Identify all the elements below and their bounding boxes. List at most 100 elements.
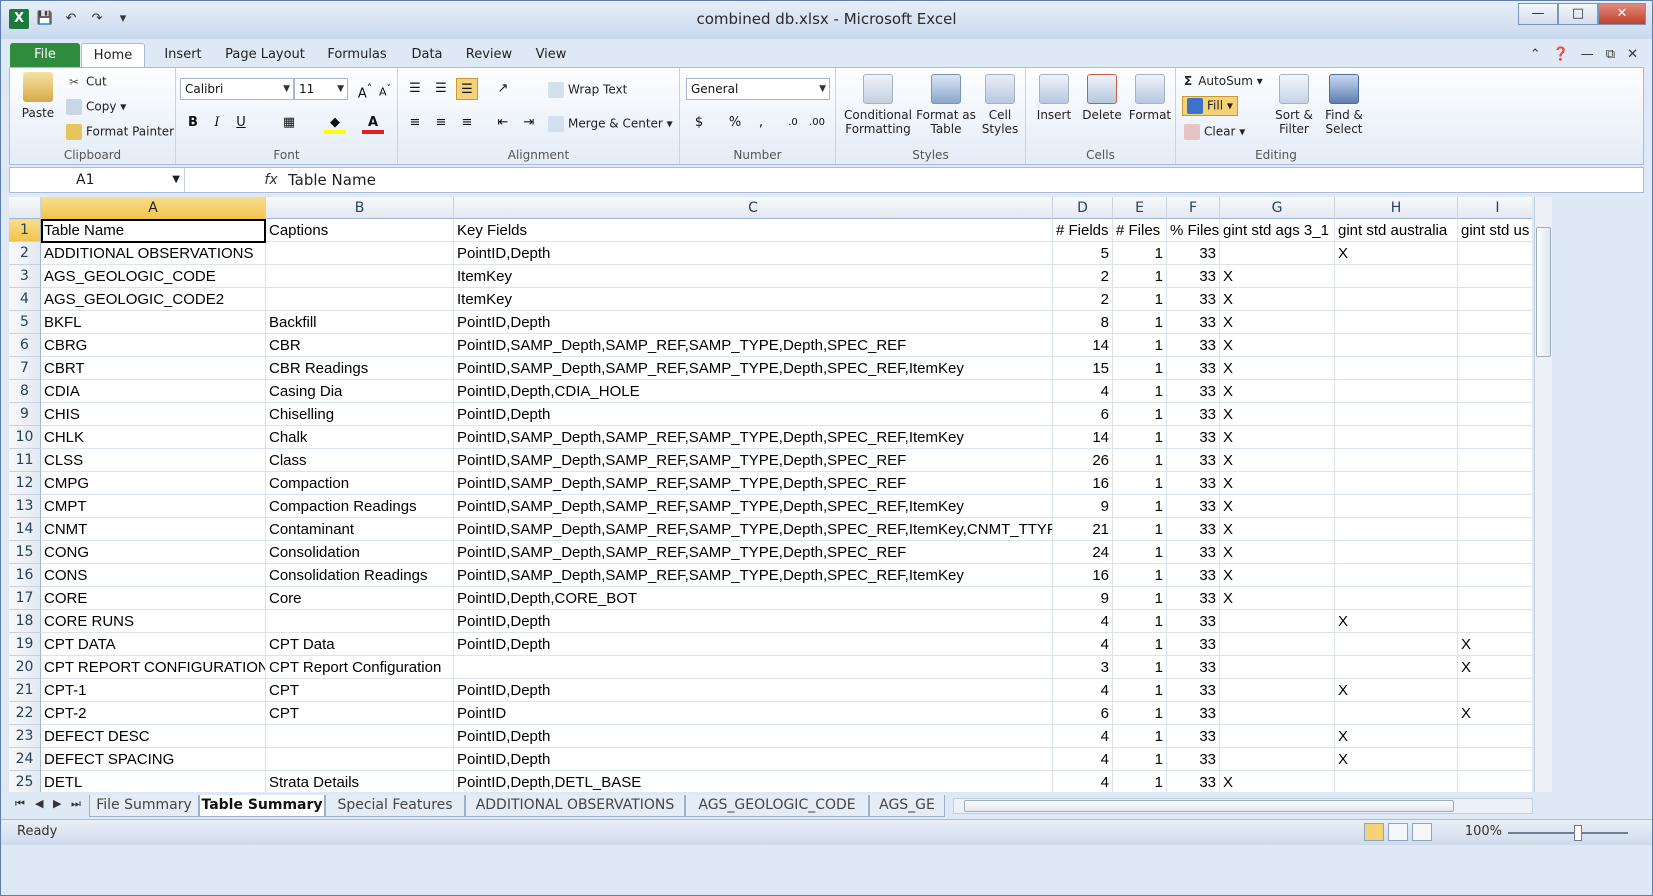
table-cell[interactable]: CBR Readings xyxy=(266,357,454,380)
table-cell[interactable] xyxy=(266,242,454,265)
first-sheet-icon[interactable]: ⏮ xyxy=(15,797,25,811)
table-cell[interactable]: PointID,Depth xyxy=(454,633,1053,656)
table-cell[interactable]: CPT-1 xyxy=(41,679,266,702)
row-header[interactable]: 19 xyxy=(9,633,41,656)
table-cell[interactable]: CONG xyxy=(41,541,266,564)
table-cell[interactable]: X xyxy=(1335,748,1458,771)
number-format-dropdown[interactable]: General ▼ xyxy=(686,78,830,100)
italic-button[interactable]: I xyxy=(206,112,228,134)
table-cell[interactable]: PointID,Depth xyxy=(454,242,1053,265)
sheet-tab-special-features[interactable]: Special Features xyxy=(325,795,465,817)
table-cell[interactable]: CBRT xyxy=(41,357,266,380)
table-cell[interactable]: PointID,SAMP_Depth,SAMP_REF,SAMP_TYPE,De… xyxy=(454,541,1053,564)
table-cell[interactable]: X xyxy=(1220,587,1335,610)
table-cell[interactable]: 1 xyxy=(1113,380,1167,403)
table-cell[interactable]: Strata Details xyxy=(266,771,454,792)
row-header[interactable]: 16 xyxy=(9,564,41,587)
column-header-i[interactable]: I xyxy=(1458,197,1532,219)
table-cell[interactable]: Chalk xyxy=(266,426,454,449)
table-cell[interactable] xyxy=(1335,334,1458,357)
maximize-button[interactable]: □ xyxy=(1558,3,1598,25)
header-cell[interactable]: Captions xyxy=(266,219,454,242)
cell-styles-button[interactable]: Cell Styles xyxy=(978,74,1022,136)
table-cell[interactable]: 26 xyxy=(1053,449,1113,472)
table-cell[interactable] xyxy=(1458,472,1532,495)
find-select-button[interactable]: Find & Select xyxy=(1320,74,1368,136)
underline-button[interactable]: U xyxy=(230,112,252,134)
row-header[interactable]: 21 xyxy=(9,679,41,702)
table-cell[interactable] xyxy=(1335,633,1458,656)
row-header[interactable]: 8 xyxy=(9,380,41,403)
header-cell[interactable]: # Files xyxy=(1113,219,1167,242)
table-cell[interactable]: Backfill xyxy=(266,311,454,334)
table-cell[interactable]: 5 xyxy=(1053,242,1113,265)
table-cell[interactable]: 14 xyxy=(1053,334,1113,357)
table-cell[interactable]: 1 xyxy=(1113,748,1167,771)
table-cell[interactable]: CPT Report Configuration xyxy=(266,656,454,679)
table-cell[interactable]: 4 xyxy=(1053,771,1113,792)
table-cell[interactable]: Consolidation Readings xyxy=(266,564,454,587)
table-cell[interactable]: X xyxy=(1335,725,1458,748)
row-header[interactable]: 23 xyxy=(9,725,41,748)
name-box[interactable]: A1 ▼ xyxy=(10,168,185,192)
table-cell[interactable]: X xyxy=(1220,472,1335,495)
horizontal-scroll-thumb[interactable] xyxy=(964,800,1454,812)
tab-view[interactable]: View xyxy=(523,43,579,67)
table-cell[interactable]: CHIS xyxy=(41,403,266,426)
table-cell[interactable]: X xyxy=(1220,564,1335,587)
row-header[interactable]: 7 xyxy=(9,357,41,380)
zoom-level[interactable]: 100% xyxy=(1465,824,1502,839)
help-icon[interactable]: ❓ xyxy=(1553,47,1569,62)
vertical-scrollbar[interactable] xyxy=(1534,197,1552,792)
close-button[interactable]: ✕ xyxy=(1598,3,1646,25)
table-cell[interactable]: 33 xyxy=(1167,426,1220,449)
table-cell[interactable]: Consolidation xyxy=(266,541,454,564)
table-cell[interactable] xyxy=(1335,495,1458,518)
table-cell[interactable]: CMPG xyxy=(41,472,266,495)
table-cell[interactable] xyxy=(1335,587,1458,610)
page-break-view-icon[interactable] xyxy=(1412,823,1432,841)
paste-button[interactable]: Paste xyxy=(16,72,60,120)
table-cell[interactable] xyxy=(1458,748,1532,771)
row-header[interactable]: 12 xyxy=(9,472,41,495)
tab-page-layout[interactable]: Page Layout xyxy=(215,43,315,67)
table-cell[interactable]: 1 xyxy=(1113,403,1167,426)
align-bottom-button[interactable]: ☰ xyxy=(456,78,478,100)
column-header-e[interactable]: E xyxy=(1113,197,1167,219)
table-cell[interactable]: X xyxy=(1220,426,1335,449)
table-cell[interactable]: Compaction Readings xyxy=(266,495,454,518)
table-cell[interactable]: 1 xyxy=(1113,334,1167,357)
format-painter-button[interactable]: Format Painter xyxy=(66,124,174,140)
row-header[interactable]: 20 xyxy=(9,656,41,679)
table-cell[interactable]: 1 xyxy=(1113,725,1167,748)
table-cell[interactable] xyxy=(1458,541,1532,564)
row-header[interactable]: 17 xyxy=(9,587,41,610)
table-cell[interactable]: 1 xyxy=(1113,633,1167,656)
grow-font-button[interactable]: A˄ xyxy=(354,78,376,101)
table-cell[interactable]: CONS xyxy=(41,564,266,587)
align-left-button[interactable]: ≡ xyxy=(404,112,426,134)
table-cell[interactable]: 33 xyxy=(1167,748,1220,771)
table-cell[interactable]: 33 xyxy=(1167,679,1220,702)
table-cell[interactable] xyxy=(1458,288,1532,311)
header-cell[interactable]: Key Fields xyxy=(454,219,1053,242)
insert-cells-button[interactable]: Insert xyxy=(1032,74,1076,122)
table-cell[interactable] xyxy=(1335,357,1458,380)
table-cell[interactable] xyxy=(1335,311,1458,334)
header-cell[interactable]: % Files xyxy=(1167,219,1220,242)
table-cell[interactable]: 1 xyxy=(1113,518,1167,541)
table-cell[interactable]: X xyxy=(1220,771,1335,792)
normal-view-icon[interactable] xyxy=(1364,823,1384,841)
table-cell[interactable]: 4 xyxy=(1053,380,1113,403)
table-cell[interactable]: 3 xyxy=(1053,656,1113,679)
table-cell[interactable] xyxy=(1220,610,1335,633)
table-cell[interactable]: X xyxy=(1220,311,1335,334)
table-cell[interactable]: PointID,Depth xyxy=(454,403,1053,426)
table-cell[interactable]: 33 xyxy=(1167,610,1220,633)
table-cell[interactable]: X xyxy=(1220,265,1335,288)
table-cell[interactable]: PointID,Depth xyxy=(454,679,1053,702)
doc-restore-icon[interactable]: ⧉ xyxy=(1606,47,1615,62)
column-header-f[interactable]: F xyxy=(1167,197,1220,219)
tab-insert[interactable]: Insert xyxy=(151,43,215,67)
increase-decimal-button[interactable]: .0 xyxy=(782,112,804,134)
